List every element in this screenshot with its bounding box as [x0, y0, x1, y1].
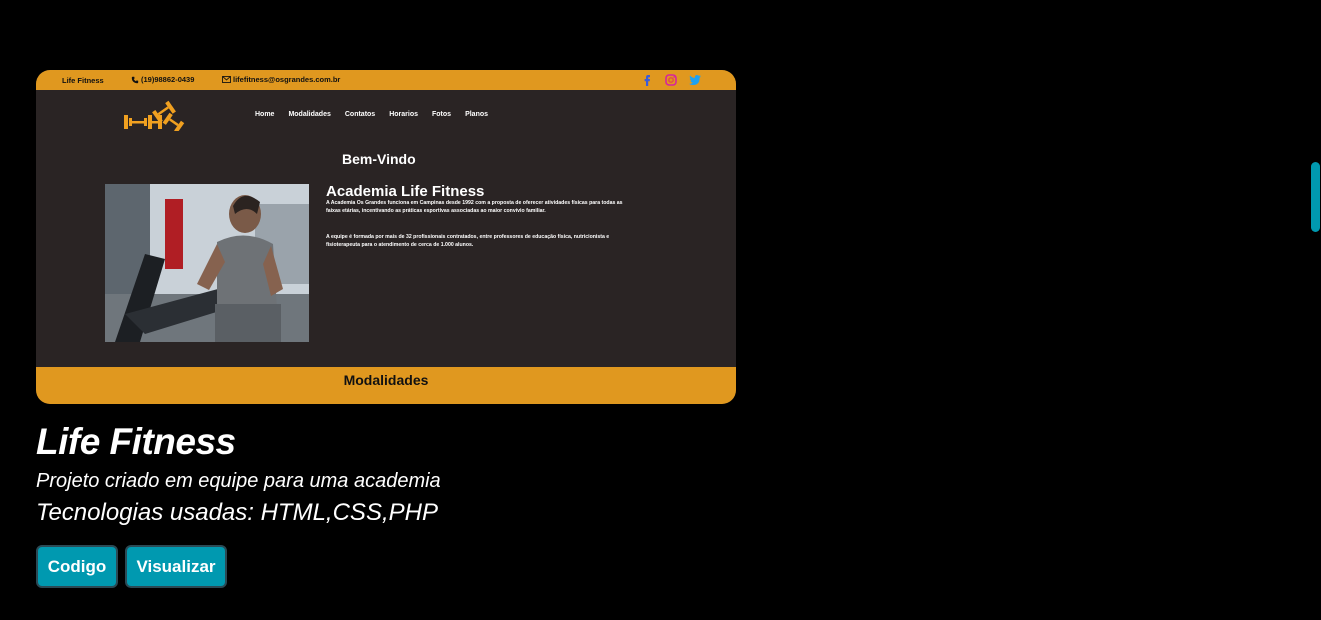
nav-link-horarios[interactable]: Horarios	[389, 111, 418, 118]
code-button[interactable]: Codigo	[36, 545, 118, 588]
facebook-icon[interactable]	[640, 73, 654, 87]
preview-welcome-heading: Bem-Vindo	[342, 151, 416, 167]
preview-modalidades-band: Modalidades	[36, 367, 736, 404]
twitter-icon[interactable]	[688, 73, 702, 87]
project-technologies: Tecnologias usadas: HTML,CSS,PHP	[36, 499, 438, 526]
project-title: Life Fitness	[36, 421, 236, 462]
nav-link-fotos[interactable]: Fotos	[432, 111, 451, 118]
preview-topbar: Life Fitness (19)98862-0439 lifefitness@…	[36, 70, 736, 90]
preview-phone: (19)98862-0439	[131, 75, 194, 84]
preview-site-name: Life Fitness	[62, 76, 104, 85]
nav-link-modalidades[interactable]: Modalidades	[288, 111, 330, 118]
dumbbell-logo-icon	[124, 100, 185, 131]
project-preview: Life Fitness (19)98862-0439 lifefitness@…	[36, 70, 736, 404]
preview-social-links	[640, 73, 702, 87]
preview-email-text: lifefitness@osgrandes.com.br	[233, 75, 341, 84]
phone-icon	[131, 76, 139, 83]
nav-link-contatos[interactable]: Contatos	[345, 111, 375, 118]
scrollbar-thumb[interactable]	[1311, 162, 1320, 232]
preview-phone-text: (19)98862-0439	[141, 75, 195, 84]
preview-navbar: Home Modalidades Contatos Horarios Fotos…	[36, 90, 736, 134]
preview-email: lifefitness@osgrandes.com.br	[222, 75, 340, 84]
project-description: Projeto criado em equipe para uma academ…	[36, 470, 441, 492]
preview-about-paragraph-2: A equipe é formada por mais de 32 profis…	[326, 234, 610, 248]
nav-link-home[interactable]: Home	[255, 111, 274, 118]
nav-link-planos[interactable]: Planos	[465, 111, 488, 118]
mail-icon	[222, 76, 231, 83]
preview-modalidades-heading: Modalidades	[343, 372, 429, 388]
instagram-icon[interactable]	[664, 73, 678, 87]
preview-about-paragraph-1: A Academia Os Grandes funciona em Campin…	[326, 200, 623, 214]
treadmill-photo	[105, 184, 309, 342]
preview-nav-links: Home Modalidades Contatos Horarios Fotos…	[255, 111, 488, 118]
view-button[interactable]: Visualizar	[125, 545, 227, 588]
preview-about-title: Academia Life Fitness	[326, 183, 485, 200]
